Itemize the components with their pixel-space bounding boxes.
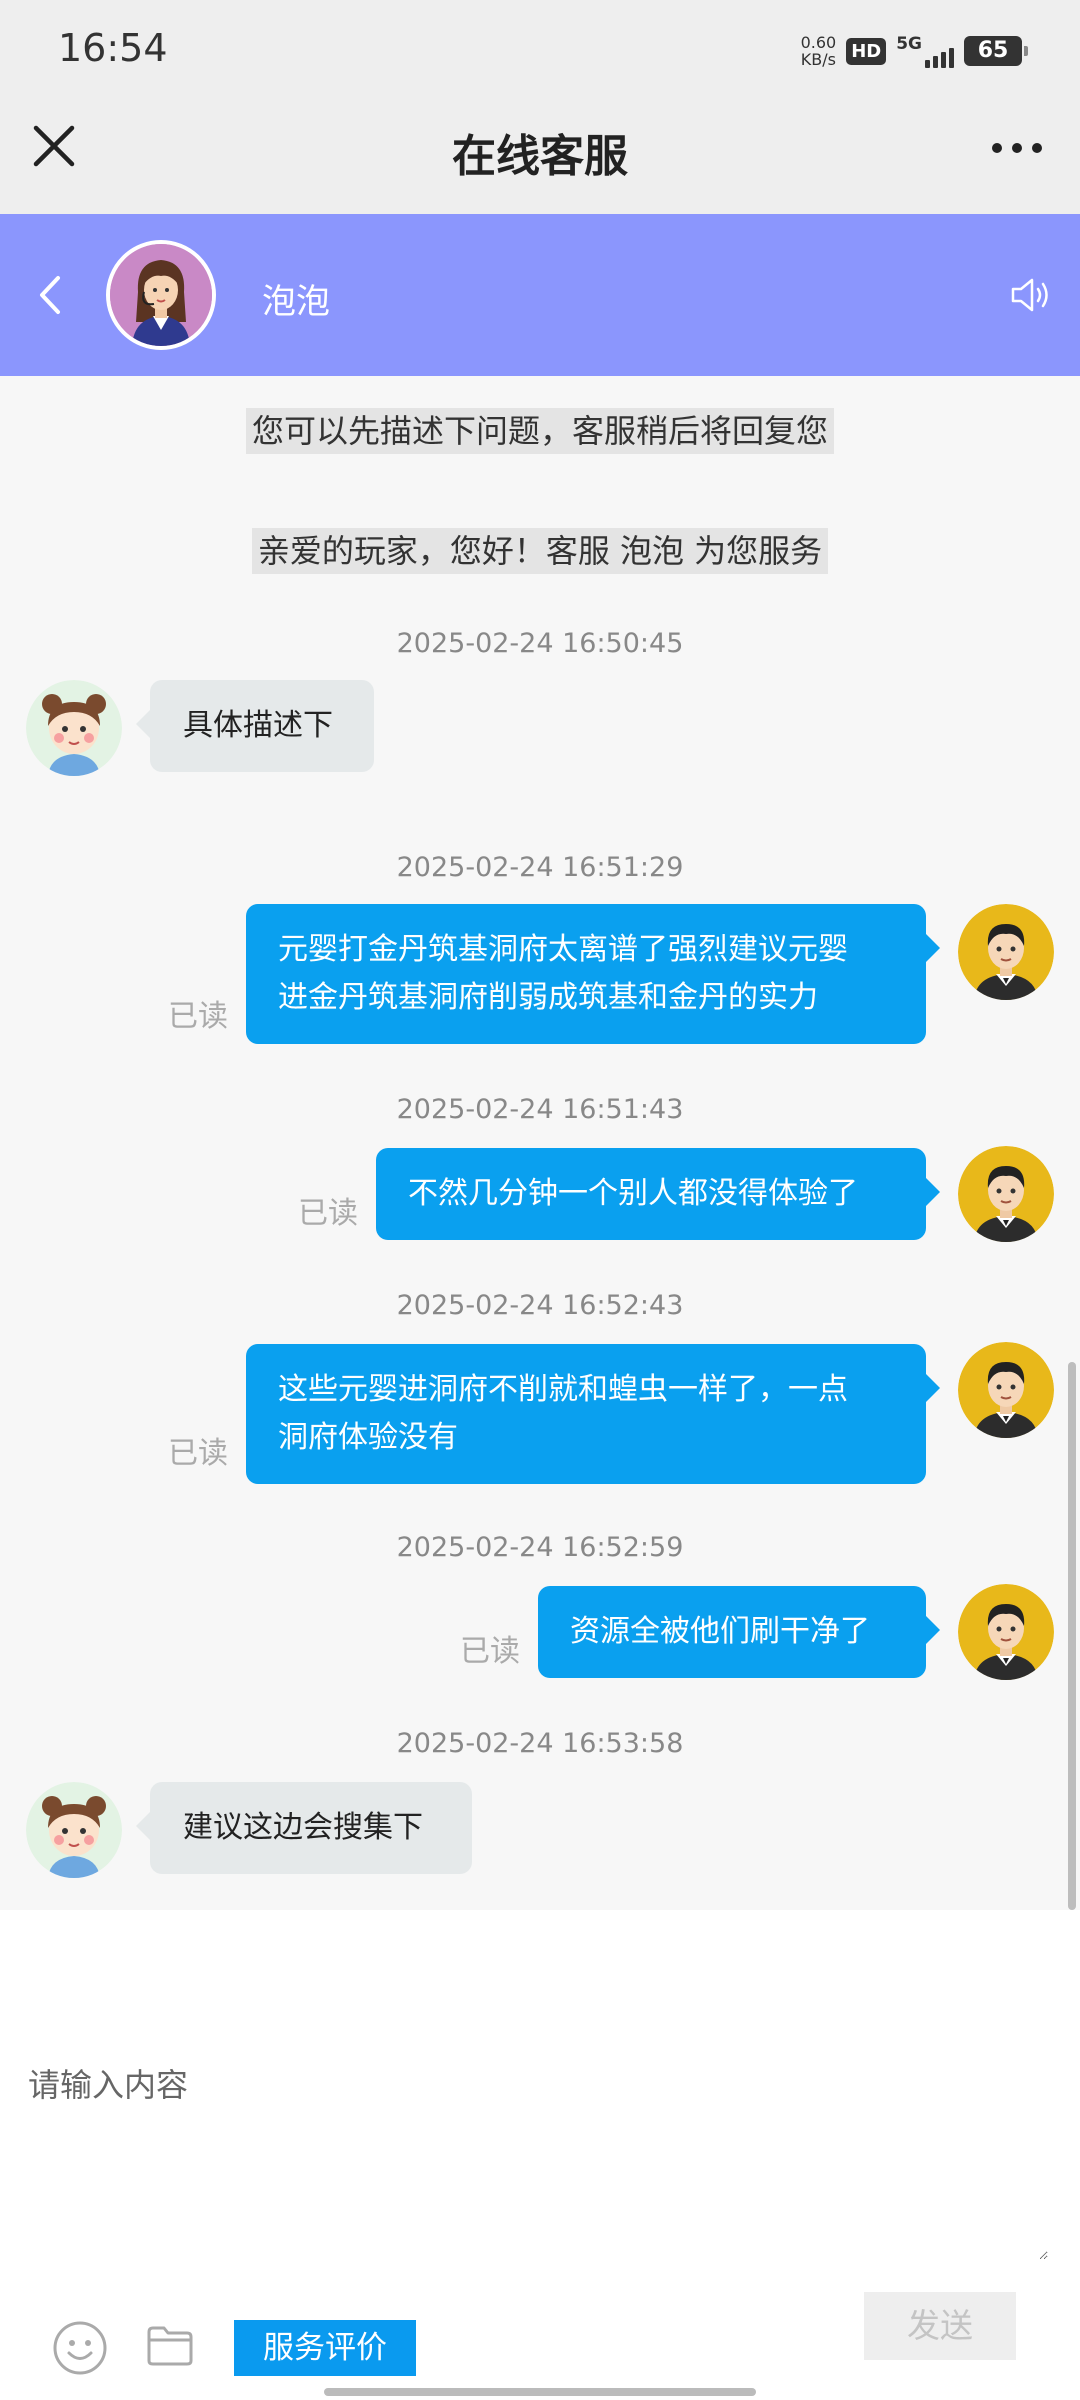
agent-header: 泡泡 — [0, 214, 1080, 376]
status-time: 16:54 — [58, 26, 168, 70]
input-area: 服务评价 发送 — [0, 1910, 1080, 2400]
emoji-icon[interactable] — [52, 2320, 108, 2376]
battery-level: 65 — [977, 38, 1009, 63]
agent-name: 泡泡 — [262, 282, 330, 322]
message-timestamp: 2025-02-24 16:52:43 — [396, 1290, 684, 1321]
network-speed: 0.60 KB/s — [800, 33, 837, 69]
agent-chat-avatar — [26, 680, 122, 776]
more-dots-icon[interactable] — [984, 128, 1050, 168]
user-avatar — [958, 1146, 1054, 1242]
message-bubble-outgoing[interactable]: 这些元婴进洞府不削就和蝗虫一样了，一点 洞府体验没有 — [246, 1344, 940, 1484]
message-input[interactable] — [28, 2060, 1048, 2260]
system-note: 亲爱的玩家，您好！客服 泡泡 为您服务 — [0, 526, 1080, 574]
home-indicator[interactable] — [324, 2388, 756, 2396]
read-status: 已读 — [168, 1436, 228, 1471]
user-avatar — [958, 1342, 1054, 1438]
speaker-icon[interactable] — [1008, 272, 1054, 318]
system-note: 您可以先描述下问题，客服稍后将回复您 — [0, 406, 1080, 454]
chat-area[interactable]: 您可以先描述下问题，客服稍后将回复您 亲爱的玩家，您好！客服 泡泡 为您服务 2… — [0, 376, 1080, 1910]
read-status: 已读 — [460, 1634, 520, 1669]
title-bar: 在线客服 — [0, 100, 1080, 214]
hd-icon: HD — [846, 37, 887, 65]
folder-icon[interactable] — [146, 2324, 194, 2368]
message-timestamp: 2025-02-24 16:51:29 — [396, 852, 684, 883]
agent-avatar — [106, 240, 216, 350]
status-bar: 16:54 0.60 KB/s HD 5G 65 — [0, 0, 1080, 100]
message-timestamp: 2025-02-24 16:50:45 — [396, 628, 684, 659]
back-chevron-icon[interactable] — [30, 270, 70, 320]
chat-scrollbar[interactable] — [1068, 1362, 1076, 1910]
battery-icon: 65 — [964, 36, 1028, 66]
network-type: 5G — [896, 34, 922, 54]
message-bubble-outgoing[interactable]: 元婴打金丹筑基洞府太离谱了强烈建议元婴 进金丹筑基洞府削弱成筑基和金丹的实力 — [246, 904, 940, 1044]
message-bubble-incoming[interactable]: 建议这边会搜集下 — [136, 1782, 472, 1874]
user-avatar — [958, 904, 1054, 1000]
message-bubble-outgoing[interactable]: 资源全被他们刷干净了 — [538, 1586, 940, 1678]
read-status: 已读 — [168, 999, 228, 1034]
message-timestamp: 2025-02-24 16:52:59 — [396, 1532, 684, 1563]
agent-chat-avatar — [26, 1782, 122, 1878]
send-button[interactable]: 发送 — [864, 2292, 1016, 2360]
message-timestamp: 2025-02-24 16:51:43 — [396, 1094, 684, 1125]
message-bubble-outgoing[interactable]: 不然几分钟一个别人都没得体验了 — [376, 1148, 940, 1240]
message-timestamp: 2025-02-24 16:53:58 — [396, 1728, 684, 1759]
status-icons: 0.60 KB/s HD 5G 65 — [800, 30, 1028, 72]
signal-icon: 5G — [896, 34, 954, 68]
read-status: 已读 — [298, 1196, 358, 1231]
message-bubble-incoming[interactable]: 具体描述下 — [136, 680, 374, 772]
user-avatar — [958, 1584, 1054, 1680]
service-rating-button[interactable]: 服务评价 — [234, 2320, 416, 2376]
page-title: 在线客服 — [452, 131, 628, 182]
